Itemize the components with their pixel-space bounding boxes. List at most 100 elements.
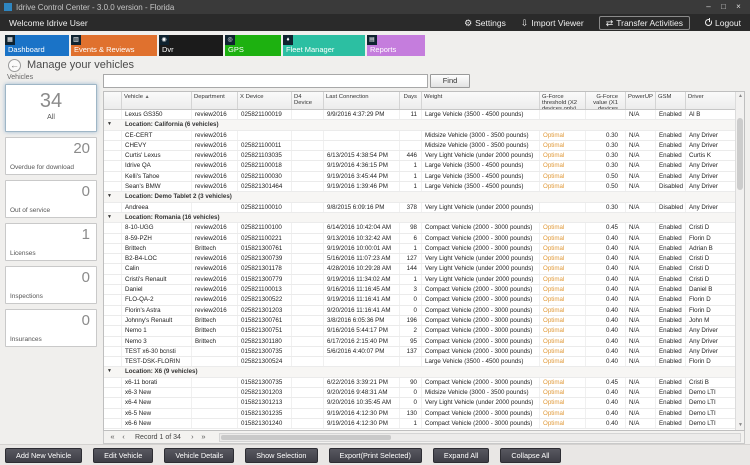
settings-button[interactable]: ⚙ Settings [464, 18, 506, 28]
tab-events-reviews[interactable]: ▥ Events & Reviews [71, 35, 157, 56]
scroll-up-icon[interactable]: ▲ [736, 92, 744, 101]
table-row[interactable]: x6-11 borati 015821300735 6/22/2016 3:39:2… [104, 377, 735, 389]
show-selection-button[interactable]: Show Selection [245, 447, 318, 463]
table-row[interactable]: Calin review2016 025821301178 4/28/2016 10:… [104, 264, 735, 275]
table-row[interactable]: TEST x6-30 bcnsti 015821300735 5/6/2016 4:… [104, 346, 735, 358]
cell-x_device: 025821300524 [238, 357, 292, 367]
close-button[interactable]: × [731, 0, 746, 14]
scroll-down-icon[interactable]: ▼ [736, 421, 744, 430]
collapse-group-icon[interactable]: ▼ [104, 120, 122, 129]
search-input[interactable] [103, 74, 428, 88]
table-row[interactable]: Florin's Astra review2016 025821301203 9/20… [104, 305, 735, 316]
cell-x_device: 025821100100 [238, 223, 292, 233]
next-record-button[interactable]: › [187, 431, 198, 443]
group-row[interactable]: ▼ Location: California (6 vehicles) [104, 120, 735, 131]
table-row[interactable]: CE-CERT review2016 Midsize Vehicle (3000 -… [104, 130, 735, 141]
back-button[interactable]: ← [8, 58, 21, 72]
logout-button[interactable]: Logout [705, 18, 741, 28]
cell-weight: Compact Vehicle (2000 - 3000 pounds) [422, 285, 540, 295]
tab-fleet-manager[interactable]: ♦ Fleet Manager [283, 35, 365, 56]
edit-vehicle-button[interactable]: Edit Vehicle [93, 447, 154, 463]
cell-gforce_value: 0.40 [586, 398, 626, 408]
table-row[interactable]: Sean's BMW review2016 025821301464 9/19/201… [104, 182, 735, 193]
cell-last_connection: 5/6/2016 4:40:07 PM [324, 346, 400, 357]
vertical-scrollbar[interactable]: ▲ ▼ [735, 92, 744, 430]
column-header-vehicle[interactable]: Vehicle ▲ [122, 92, 192, 109]
collapse-all-button[interactable]: Collapse All [500, 447, 561, 463]
settings-label: Settings [475, 17, 506, 28]
horizontal-scrollbar-thumb[interactable] [220, 434, 391, 440]
minimize-button[interactable]: – [701, 0, 716, 14]
table-row[interactable]: x6-5 New 015821301235 9/19/2016 4:12:30 PM… [104, 408, 735, 419]
collapse-group-icon[interactable]: ▼ [104, 367, 122, 376]
last-record-button[interactable]: » [198, 431, 209, 443]
table-row[interactable]: x6-3 New 025821301203 9/20/2016 9:48:31 AM… [104, 388, 735, 399]
tab-gps[interactable]: ◎ GPS [225, 35, 281, 56]
filter-card-licenses[interactable]: 1 Licenses [5, 223, 97, 261]
table-row[interactable]: TEST-DSK-FLORIN 025821300524 Large Vehicle… [104, 357, 735, 368]
table-row[interactable]: Andreea 025821100010 9/8/2015 6:09:16 PM 37… [104, 202, 735, 213]
filter-card-inspections[interactable]: 0 Inspections [5, 266, 97, 304]
filter-card-all[interactable]: 34 All [5, 84, 97, 132]
column-header-last_connection[interactable]: Last Connection [324, 92, 400, 109]
column-header-days[interactable]: Days [400, 92, 422, 109]
column-header-driver[interactable]: Driver [686, 92, 735, 109]
row-indicator [104, 110, 122, 120]
import-viewer-button[interactable]: ⇩ Import Viewer [521, 18, 584, 28]
horizontal-scrollbar[interactable] [218, 432, 741, 442]
cell-gsm: Enabled [656, 161, 686, 171]
group-row[interactable]: ▼ Location: X6 (9 vehicles) [104, 367, 735, 378]
table-row[interactable]: Lexus GS350 review2016 025821100019 9/9/201… [104, 110, 735, 121]
first-record-button[interactable]: « [107, 431, 118, 443]
table-row[interactable]: Daniel review2016 025821100013 9/16/2016 11… [104, 285, 735, 296]
cell-gforce_threshold: Optimal [540, 285, 586, 295]
column-header-gsm[interactable]: GSM [656, 92, 686, 109]
table-row[interactable]: Johnny's Renault Brittech 015821300761 3/8/… [104, 315, 735, 327]
filter-card-overdue[interactable]: 20 Overdue for download [5, 137, 97, 175]
scrollbar-thumb[interactable] [737, 118, 743, 190]
transfer-activities-button[interactable]: ⇄ Transfer Activities [598, 15, 690, 30]
prev-record-button[interactable]: ‹ [118, 431, 129, 443]
table-row[interactable]: FLO-QA-2 review2016 025821300522 9/19/2016 … [104, 295, 735, 306]
table-row[interactable]: CHEVY review2016 025821100011 Midsize Vehic… [104, 140, 735, 152]
collapse-group-icon[interactable]: ▼ [104, 213, 122, 222]
cell-d4_device [292, 408, 324, 418]
table-row[interactable]: Brittech Brittech 015821300761 9/19/2016 10… [104, 243, 735, 255]
expand-all-button[interactable]: Expand All [432, 447, 490, 463]
filter-card-out-of-service[interactable]: 0 Out of service [5, 180, 97, 218]
group-row[interactable]: ▼ Location: Demo Tablet 2 (3 vehicles) [104, 192, 735, 203]
collapse-group-icon[interactable]: ▼ [104, 192, 122, 201]
table-row[interactable]: B2-B4-LOC review2016 025821300739 5/16/2016… [104, 254, 735, 265]
table-row[interactable]: Nemo 3 Brittech 025821301180 6/17/2016 2:15… [104, 336, 735, 347]
find-button[interactable]: Find [430, 74, 470, 88]
table-row[interactable]: 8-59-PZH review2016 025821100221 9/13/2016 … [104, 233, 735, 244]
column-header-d4_device[interactable]: D4 Device [292, 92, 324, 109]
table-row[interactable]: 8-10-UGG review2016 025821100100 6/14/2016 … [104, 223, 735, 234]
column-header-gforce_threshold[interactable]: G-Force threshold (X2 devices only) [540, 92, 586, 109]
table-row[interactable]: Curtis' Lexus review2016 025821103035 6/13/… [104, 151, 735, 162]
table-row[interactable]: Nemo 1 Brittech 015821300751 9/16/2016 5:44… [104, 326, 735, 337]
cell-gsm: Enabled [656, 418, 686, 429]
column-header-department[interactable]: Department [192, 92, 238, 109]
filter-card-insurances[interactable]: 0 Insurances [5, 309, 97, 347]
column-header-powerup[interactable]: PowerUP [626, 92, 656, 109]
tab-dvr[interactable]: ◉ Dvr [159, 35, 223, 56]
vehicle-details-button[interactable]: Vehicle Details [164, 447, 235, 463]
maximize-button[interactable]: □ [716, 0, 731, 14]
column-header-x_device[interactable]: X Device [238, 92, 292, 109]
export-print-selected-button[interactable]: Export(Print Selected) [328, 447, 422, 463]
group-row[interactable]: ▼ Location: Romania (16 vehicles) [104, 212, 735, 224]
add-new-vehicle-button[interactable]: Add New Vehicle [5, 447, 83, 463]
cell-weight: Very Light Vehicle (under 2000 pounds) [422, 151, 540, 161]
table-row[interactable]: Cristi's Renault review2016 015821300779 9/… [104, 274, 735, 286]
table-row[interactable]: Kelli's Tahoe review2016 025821100030 9/19/… [104, 171, 735, 183]
table-row[interactable]: Idrive QA review2016 025821100018 9/19/2016… [104, 161, 735, 172]
table-row[interactable]: x6-4 New 015821301213 9/20/2016 10:35:45 A… [104, 398, 735, 409]
column-header-weight[interactable]: Weight [422, 92, 540, 109]
window-titlebar: Idrive Control Center - 3.0.0 version - … [0, 0, 750, 14]
tab-reports[interactable]: ▤ Reports [367, 35, 425, 56]
tab-dashboard[interactable]: ▦ Dashboard [5, 35, 69, 56]
cell-gforce_value: 0.40 [586, 305, 626, 315]
column-header-gforce_value[interactable]: G-Force value (X1 devices only) [586, 92, 626, 109]
table-row[interactable]: x6-6 New 015821301240 9/19/2016 4:12:30 PM… [104, 418, 735, 430]
